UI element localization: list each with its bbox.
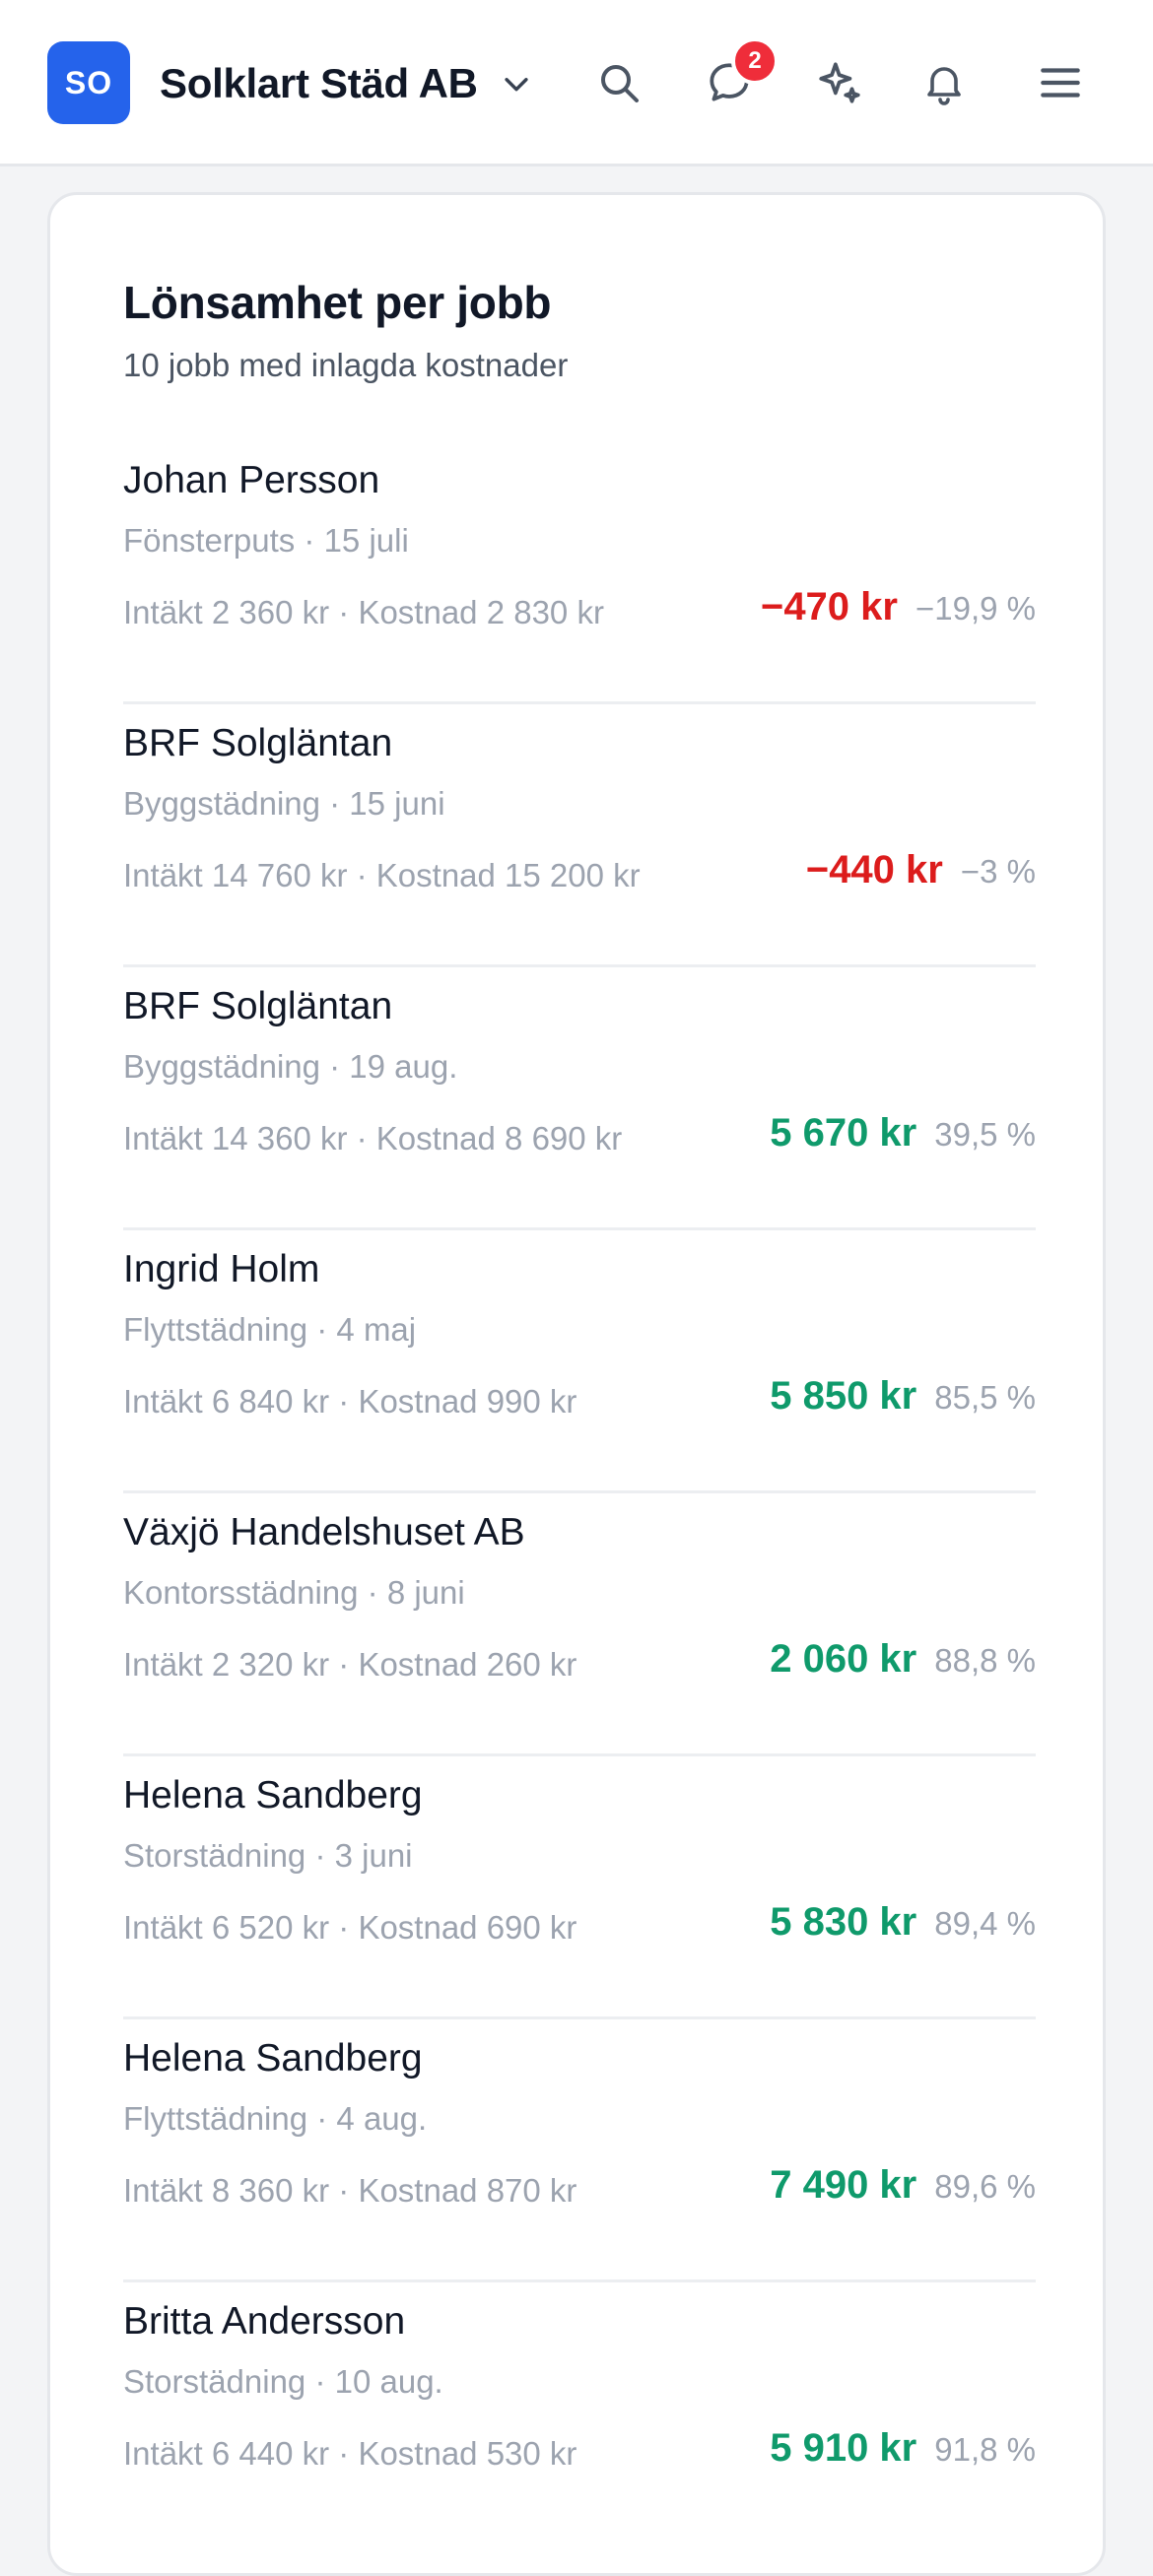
job-customer: Helena Sandberg — [123, 1774, 423, 1816]
job-profit-value: −470 kr — [760, 585, 898, 628]
card-subtitle: 10 jobb med inlagda kostnader — [123, 347, 569, 383]
job-finance: Intäkt 6 840 kr · Kostnad 990 kr — [123, 1383, 577, 1420]
job-finance: Intäkt 6 440 kr · Kostnad 530 kr — [123, 2435, 577, 2472]
job-margin: 89,4 % — [934, 1905, 1036, 1942]
job-profit-value: 2 060 kr — [770, 1637, 917, 1681]
job-row[interactable]: Växjö Handelshuset AB Kontorsstädning · … — [123, 1493, 1036, 1756]
top-bar: SO Solklart Städ AB 2 — [0, 0, 1153, 166]
company-avatar[interactable]: SO — [47, 41, 130, 124]
job-row[interactable]: Helena Sandberg Storstädning · 3 juni In… — [123, 1756, 1036, 2019]
job-margin: −19,9 % — [915, 590, 1036, 627]
job-row[interactable]: Johan Persson Fönsterputs · 15 juli Intä… — [123, 441, 1036, 704]
bell-icon — [927, 67, 961, 105]
job-row[interactable]: BRF Solgläntan Byggstädning · 15 juni In… — [123, 704, 1036, 967]
job-finance: Intäkt 6 520 kr · Kostnad 690 kr — [123, 1909, 577, 1946]
job-finance: Intäkt 14 360 kr · Kostnad 8 690 kr — [123, 1120, 623, 1156]
job-customer: BRF Solgläntan — [123, 722, 393, 764]
card-title: Lönsamhet per jobb — [123, 277, 552, 328]
job-finance: Intäkt 8 360 kr · Kostnad 870 kr — [123, 2172, 577, 2209]
job-meta: Flyttstädning · 4 maj — [123, 1311, 417, 1348]
job-meta: Flyttstädning · 4 aug. — [123, 2100, 428, 2137]
job-margin: 39,5 % — [934, 1116, 1036, 1153]
ai-assistant-button[interactable] — [800, 43, 879, 122]
job-customer: Britta Andersson — [123, 2300, 406, 2343]
menu-button[interactable] — [1021, 43, 1100, 122]
job-profit-value: −440 kr — [805, 848, 943, 892]
job-profit: −470 kr −19,9 % — [761, 585, 1036, 629]
job-profit-value: 5 910 kr — [770, 2426, 917, 2470]
menu-icon — [1041, 68, 1080, 98]
chevron-down-icon — [505, 78, 528, 92]
job-list: Johan Persson Fönsterputs · 15 juli Intä… — [123, 441, 1036, 2545]
job-customer: Växjö Handelshuset AB — [123, 1511, 525, 1553]
job-meta: Fönsterputs · 15 juli — [123, 522, 409, 559]
job-row[interactable]: Helena Sandberg Flyttstädning · 4 aug. I… — [123, 2019, 1036, 2282]
job-finance: Intäkt 2 320 kr · Kostnad 260 kr — [123, 1646, 577, 1683]
job-profit: 2 060 kr 88,8 % — [770, 1637, 1036, 1682]
profitability-card: Lönsamhet per jobb 10 jobb med inlagda k… — [47, 192, 1106, 2576]
job-row[interactable]: Ingrid Holm Flyttstädning · 4 maj Intäkt… — [123, 1230, 1036, 1493]
job-profit: 5 670 kr 39,5 % — [770, 1111, 1036, 1156]
search-button[interactable] — [579, 43, 658, 122]
notifications-button[interactable] — [905, 43, 983, 122]
job-customer: Ingrid Holm — [123, 1248, 320, 1290]
job-profit: 5 850 kr 85,5 % — [770, 1374, 1036, 1419]
job-profit-value: 5 850 kr — [770, 1374, 917, 1418]
job-meta: Storstädning · 3 juni — [123, 1837, 413, 1874]
job-profit: −440 kr −3 % — [806, 848, 1036, 892]
job-meta: Byggstädning · 19 aug. — [123, 1048, 458, 1085]
job-customer: BRF Solgläntan — [123, 985, 393, 1027]
job-margin: 89,6 % — [934, 2168, 1036, 2205]
job-profit-value: 5 830 kr — [770, 1900, 917, 1944]
job-finance: Intäkt 14 760 kr · Kostnad 15 200 kr — [123, 857, 641, 893]
job-meta: Byggstädning · 15 juni — [123, 785, 445, 822]
job-meta: Storstädning · 10 aug. — [123, 2363, 443, 2400]
job-profit-value: 5 670 kr — [770, 1111, 917, 1155]
job-finance: Intäkt 2 360 kr · Kostnad 2 830 kr — [123, 594, 604, 630]
job-profit-value: 7 490 kr — [770, 2163, 917, 2207]
job-margin: −3 % — [960, 853, 1036, 890]
messages-badge: 2 — [731, 37, 779, 85]
job-margin: 88,8 % — [934, 1642, 1036, 1679]
job-row[interactable]: Britta Andersson Storstädning · 10 aug. … — [123, 2282, 1036, 2545]
job-margin: 85,5 % — [934, 1379, 1036, 1416]
job-meta: Kontorsstädning · 8 juni — [123, 1574, 465, 1611]
job-margin: 91,8 % — [934, 2431, 1036, 2468]
job-customer: Johan Persson — [123, 459, 380, 501]
job-profit: 5 910 kr 91,8 % — [770, 2426, 1036, 2471]
job-profit: 7 490 kr 89,6 % — [770, 2163, 1036, 2208]
sparkle-icon — [819, 62, 860, 103]
search-icon — [601, 65, 639, 102]
job-customer: Helena Sandberg — [123, 2037, 423, 2080]
company-switcher[interactable]: Solklart Städ AB — [160, 57, 533, 110]
company-name: Solklart Städ AB — [160, 60, 478, 106]
job-profit: 5 830 kr 89,4 % — [770, 1900, 1036, 1945]
job-row[interactable]: BRF Solgläntan Byggstädning · 19 aug. In… — [123, 967, 1036, 1230]
